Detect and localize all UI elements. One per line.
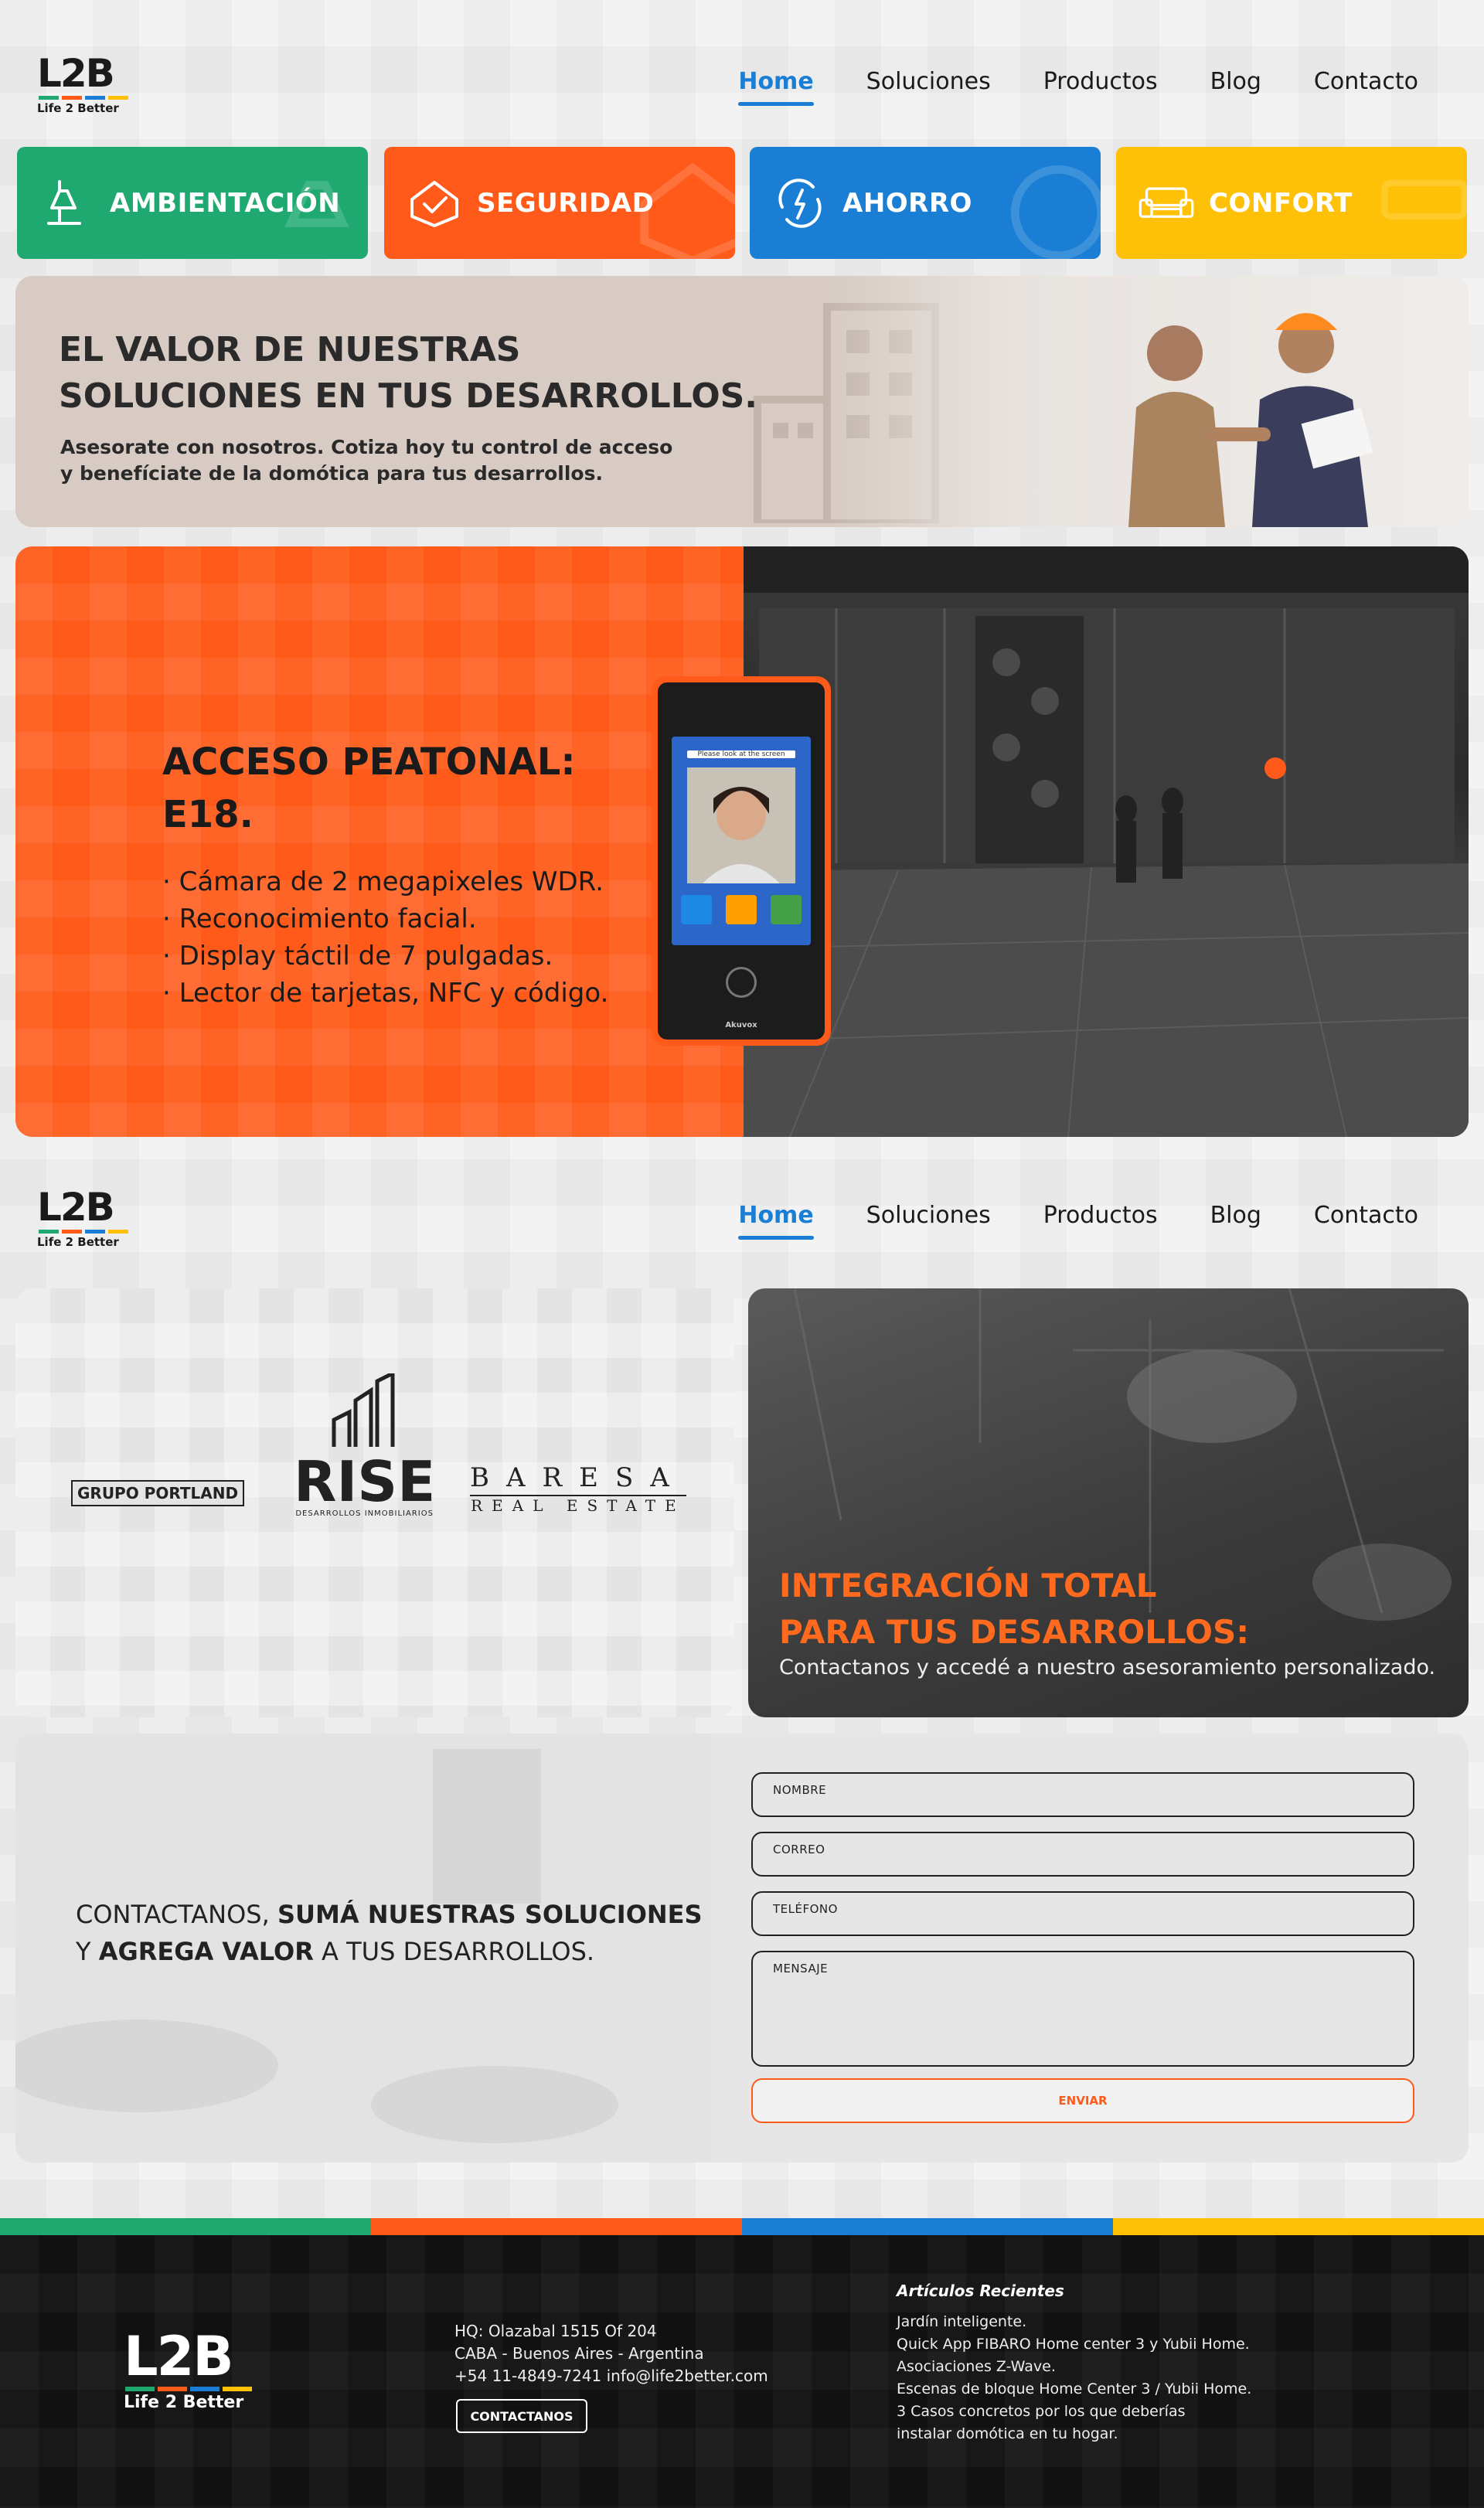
brand-logo[interactable]: L2B Life 2 Better [37,1188,145,1250]
shield-check-icon [406,175,463,232]
recent-articles-title: Artículos Recientes [897,2282,1064,2300]
site-footer: L2B Life 2 Better HQ: Olazabal 1515 Of 2… [0,2235,1484,2508]
footer-logo[interactable]: L2B Life 2 Better [124,2329,252,2412]
nav-blog[interactable]: Blog [1210,1202,1261,1229]
category-seguridad[interactable]: SEGURIDAD [384,147,735,259]
nav-productos[interactable]: Productos [1043,68,1158,95]
article-link[interactable]: 3 Casos concretos por los que deberías [897,2401,1251,2423]
nav-contacto[interactable]: Contacto [1314,68,1418,95]
category-label: CONFORT [1209,187,1353,219]
energy-cycle-icon [771,175,829,232]
footer-address: HQ: Olazabal 1515 Of 204 CABA - Buenos A… [454,2322,768,2385]
logo-color-bars [39,96,145,100]
client-baresa: BARESA REAL ESTATE [470,1462,686,1515]
nfc-icon [726,967,757,998]
logo-tagline: Life 2 Better [37,101,119,115]
clients-panel: GRUPO PORTLAND RISE DESARROLLOS INMOBILI… [15,1288,734,1717]
site-header-secondary: L2B Life 2 Better Home Soluciones Produc… [0,1134,1484,1250]
nav-home[interactable]: Home [738,1202,815,1240]
client-rise: RISE DESARROLLOS INMOBILIARIOS [294,1370,435,1518]
name-field[interactable]: NOMBRE [751,1772,1414,1817]
article-link[interactable]: Asociaciones Z-Wave. [897,2356,1251,2378]
footer-color-stripes [0,2218,1484,2235]
feature-item: · Lector de tarjetas, NFC y código. [162,978,609,1009]
hero-text: Asesorate con nosotros. Cotiza hoy tu co… [60,436,673,485]
logo-color-bars [39,1230,145,1234]
nav-soluciones[interactable]: Soluciones [866,1202,991,1229]
nav-home[interactable]: Home [738,68,815,106]
feature-item: · Display táctil de 7 pulgadas. [162,941,553,972]
send-button[interactable]: ENVIAR [751,2078,1414,2123]
email-label: CORREO [773,1843,825,1856]
product-features: · Cámara de 2 megapixeles WDR. · Reconoc… [162,863,608,1012]
message-field[interactable]: MENSAJE [751,1951,1414,2067]
name-label: NOMBRE [773,1783,827,1797]
recent-articles-list: Jardín inteligente. Quick App FIBARO Hom… [897,2311,1251,2445]
nav-contacto[interactable]: Contacto [1314,1202,1418,1229]
hero-photo [827,276,1469,527]
main-nav: Home Soluciones Productos Blog Contacto [686,68,1418,106]
category-label: SEGURIDAD [477,187,655,219]
hero-banner: EL VALOR DE NUESTRAS SOLUCIONES EN TUS DE… [15,276,1469,527]
logo-mark: L2B [37,1185,115,1230]
nav-blog[interactable]: Blog [1210,68,1261,95]
nav-productos[interactable]: Productos [1043,1202,1158,1229]
product-section: ACCESO PEATONAL: E18. · Cámara de 2 megap… [15,546,1469,1137]
integration-title: INTEGRACIÓN TOTAL PARA TUS DESARROLLOS: [779,1567,1249,1651]
product-title: ACCESO PEATONAL: E18. [162,740,576,836]
category-ambientacion[interactable]: AMBIENTACIÓN [17,147,368,259]
footer-contact-button[interactable]: CONTACTANOS [456,2399,587,2433]
contact-message: CONTACTANOS, SUMÁ NUESTRAS SOLUCIONES Y … [76,1900,703,1966]
main-nav: Home Soluciones Productos Blog Contacto [686,1202,1418,1240]
device-e18: Please look at the screen Akuvox [652,676,831,1046]
category-label: AHORRO [842,187,972,219]
category-confort[interactable]: CONFORT [1116,147,1467,259]
article-link[interactable]: Jardín inteligente. [897,2311,1251,2333]
device-screen: Please look at the screen [672,737,811,945]
contact-section: CONTACTANOS, SUMÁ NUESTRAS SOLUCIONES Y … [15,1734,1469,2163]
logo-mark: L2B [124,2325,234,2388]
article-link[interactable]: Escenas de bloque Home Center 3 / Yubii … [897,2378,1251,2401]
article-link[interactable]: Quick App FIBARO Home center 3 y Yubii H… [897,2333,1251,2356]
logo-mark: L2B [37,51,115,96]
brand-logo[interactable]: L2B Life 2 Better [37,54,145,116]
nav-soluciones[interactable]: Soluciones [866,68,991,95]
product-panel [15,546,744,1137]
integration-text: Contactanos y accedé a nuestro asesorami… [779,1656,1436,1679]
category-ahorro[interactable]: AHORRO [750,147,1101,259]
integration-panel: INTEGRACIÓN TOTAL PARA TUS DESARROLLOS: C… [748,1288,1469,1717]
email-field[interactable]: CORREO [751,1832,1414,1877]
message-label: MENSAJE [773,1962,829,1975]
feature-item: · Reconocimiento facial. [162,903,477,934]
feature-item: · Cámara de 2 megapixeles WDR. [162,866,604,897]
article-link[interactable]: instalar domótica en tu hogar. [897,2423,1251,2445]
client-grupo-portland: GRUPO PORTLAND [71,1480,245,1506]
sofa-icon [1138,175,1195,232]
rise-building-icon [332,1370,395,1447]
phone-field[interactable]: TELÉFONO [751,1891,1414,1936]
hero-title: EL VALOR DE NUESTRAS SOLUCIONES EN TUS DE… [59,330,757,416]
site-header: L2B Life 2 Better Home Soluciones Produc… [0,0,1484,116]
logo-tagline: Life 2 Better [37,1235,119,1249]
entrance-photo [744,546,1469,1137]
phone-label: TELÉFONO [773,1902,838,1916]
device-brand: Akuvox [725,1021,757,1029]
lamp-icon [39,175,96,232]
logo-tagline: Life 2 Better [124,2393,244,2412]
device-prompt: Please look at the screen [687,750,795,758]
